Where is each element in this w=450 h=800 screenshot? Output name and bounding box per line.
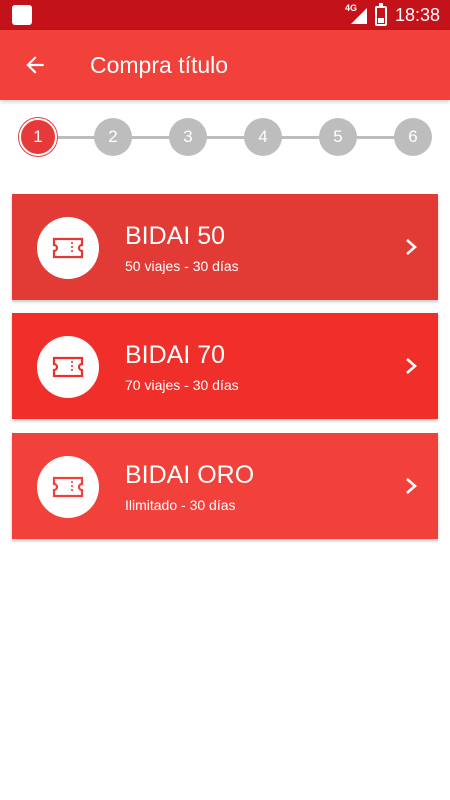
step-3: 3: [169, 118, 207, 156]
ticket-icon: [37, 217, 99, 279]
ticket-icon: [37, 336, 99, 398]
notification-icon: [12, 5, 32, 25]
ticket-icon: [37, 456, 99, 518]
product-title: BIDAI ORO: [125, 461, 255, 489]
chevron-right-icon: [404, 477, 418, 495]
product-subtitle: Ilimitado - 30 días: [125, 497, 236, 513]
product-card-bidai-50[interactable]: BIDAI 50 50 viajes - 30 días: [12, 194, 438, 300]
step-5: 5: [319, 118, 357, 156]
step-2: 2: [94, 118, 132, 156]
arrow-left-icon: [26, 56, 44, 74]
product-card-bidai-70[interactable]: BIDAI 70 70 viajes - 30 días: [12, 313, 438, 419]
product-title: BIDAI 70: [125, 341, 226, 369]
status-time: 18:38: [394, 4, 440, 25]
back-button[interactable]: [18, 48, 52, 82]
product-subtitle: 50 viajes - 30 días: [125, 258, 239, 274]
product-card-bidai-oro[interactable]: BIDAI ORO Ilimitado - 30 días: [12, 433, 438, 539]
status-bar: 4G 18:38: [0, 0, 450, 30]
chevron-right-icon: [404, 238, 418, 256]
battery-icon: [374, 3, 387, 26]
status-indicators: 4G 18:38: [345, 0, 440, 30]
step-6: 6: [394, 118, 432, 156]
product-title: BIDAI 50: [125, 222, 226, 250]
step-1: 1: [19, 118, 57, 156]
product-subtitle: 70 viajes - 30 días: [125, 377, 239, 393]
progress-stepper: 1 2 3 4 5 6: [0, 116, 450, 158]
signal-icon: 4G: [345, 3, 367, 26]
app-bar: Compra título: [0, 30, 450, 100]
page-title: Compra título: [90, 52, 229, 78]
step-4: 4: [244, 118, 282, 156]
chevron-right-icon: [404, 357, 418, 375]
